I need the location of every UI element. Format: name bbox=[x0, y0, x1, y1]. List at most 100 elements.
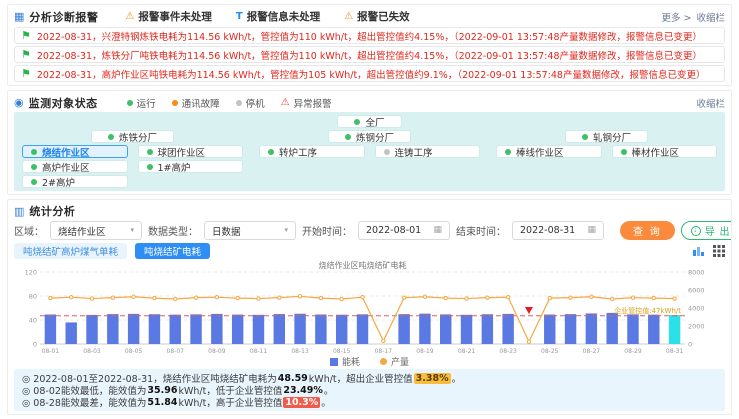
svg-text:08-25: 08-25 bbox=[541, 348, 559, 355]
energy-dashboard: ▦ 分析诊断报警 ⚠ 报警事件未处理 T报警信息未处理 ⚠报警已失效 更多 > 收缩栏… bbox=[0, 0, 739, 419]
query-button[interactable]: 查 询 bbox=[620, 221, 675, 240]
node-label: 轧钢分厂 bbox=[593, 130, 631, 143]
bar bbox=[669, 315, 680, 344]
node-label: 转炉工序 bbox=[279, 145, 317, 158]
export-button[interactable]: ↓ 导 出 bbox=[681, 221, 732, 240]
tree-node[interactable]: 2#高炉 bbox=[22, 175, 128, 188]
stats-panel: ▥ 统计分析 区域： 烧结作业区 ▾ 数据类型： 日数据 ▾ 开始时间： 202… bbox=[7, 199, 732, 415]
bar bbox=[398, 314, 409, 344]
status-dot bbox=[31, 164, 37, 170]
bar bbox=[586, 313, 597, 344]
metric-tab-1[interactable]: 吨烧结矿电耗 bbox=[135, 243, 210, 259]
line-point bbox=[298, 295, 301, 298]
svg-text:08-29: 08-29 bbox=[624, 348, 642, 355]
tree-node[interactable]: 棒材作业区 bbox=[612, 145, 718, 158]
svg-text:08-19: 08-19 bbox=[416, 348, 434, 355]
region-select[interactable]: 烧结作业区 ▾ bbox=[50, 221, 142, 240]
alarm-tab-0[interactable]: ⚠ 报警事件未处理 bbox=[125, 9, 211, 24]
alarm-panel: ▦ 分析诊断报警 ⚠报警事件未处理T报警信息未处理⚠报警已失效 更多 > 收缩栏… bbox=[7, 4, 732, 86]
svg-text:08-09: 08-09 bbox=[208, 348, 226, 355]
line-point bbox=[631, 296, 634, 299]
bar bbox=[502, 314, 513, 344]
tree-node[interactable]: 高炉作业区 bbox=[22, 160, 128, 173]
alarm-tab-label: 报警事件未处理 bbox=[138, 9, 212, 24]
svg-text:08-13: 08-13 bbox=[291, 348, 309, 355]
svg-text:120: 120 bbox=[25, 269, 37, 277]
alarm-tab-bar: ⚠ 报警事件未处理 T报警信息未处理 ⚠报警已失效 bbox=[125, 9, 409, 24]
alarm-message: 2022-08-31，高炉作业区吨铁电耗为114.56 kWh/t，管控值为10… bbox=[37, 67, 706, 81]
node-label: 1#高炉 bbox=[158, 160, 191, 173]
tree-node[interactable]: 转炉工序 bbox=[259, 145, 365, 158]
svg-text:40: 40 bbox=[29, 317, 37, 325]
table-view-icon[interactable] bbox=[713, 245, 725, 257]
region-label: 区域： bbox=[14, 223, 44, 238]
chart-view-icon[interactable] bbox=[692, 245, 705, 257]
status-dot bbox=[354, 119, 360, 125]
summary-part: kWh/t，高于企业管控值 bbox=[178, 396, 282, 408]
summary-line: ◎ 2022-08-01至2022-08-31，烧结作业区吨烧结矿电耗为48.5… bbox=[22, 372, 717, 384]
bar bbox=[627, 314, 638, 344]
tree-node[interactable]: 棒线作业区 bbox=[496, 145, 602, 158]
line-point bbox=[278, 296, 281, 299]
line-point bbox=[49, 296, 52, 299]
node-label: 2#高炉 bbox=[42, 175, 75, 188]
bar bbox=[565, 314, 576, 344]
more-link[interactable]: 更多 > bbox=[662, 10, 692, 24]
alarm-tab-1[interactable]: T报警信息未处理 bbox=[236, 9, 320, 24]
alarm-list: ⚑2022-08-31，兴澄特钢炼铁电耗为114.56 kWh/t，管控值为11… bbox=[14, 27, 725, 82]
tree-node[interactable]: 全厂 bbox=[337, 115, 401, 128]
legend-label: 异常报警 bbox=[294, 96, 332, 110]
node-label: 炼铁分厂 bbox=[119, 130, 157, 143]
metric-tab-0[interactable]: 吨烧结矿高炉煤气单耗 bbox=[14, 243, 127, 259]
chart-legend-label: 产量 bbox=[391, 355, 409, 368]
line-point bbox=[90, 297, 93, 300]
chart-legend-item[interactable]: 产量 bbox=[380, 355, 409, 368]
end-date-value: 2022-08-31 bbox=[520, 225, 575, 236]
chart-legend: 能耗 产量 bbox=[14, 356, 725, 367]
tree-node[interactable]: 烧结作业区 bbox=[22, 145, 128, 158]
tree-node[interactable]: 1#高炉 bbox=[138, 160, 244, 173]
bar bbox=[86, 315, 97, 344]
summary-part: 35.96 bbox=[147, 385, 177, 396]
alarm-row: ⚑2022-08-31，兴澄特钢炼铁电耗为114.56 kWh/t，管控值为11… bbox=[14, 27, 725, 44]
legend-label: 运行 bbox=[137, 96, 156, 110]
bar bbox=[606, 313, 617, 344]
region-value: 烧结作业区 bbox=[58, 224, 106, 238]
svg-text:08-07: 08-07 bbox=[167, 348, 185, 355]
chart-title: 烧结作业区吨烧结矿电耗 bbox=[319, 260, 407, 270]
chart-legend-item[interactable]: 能耗 bbox=[330, 355, 360, 368]
bar bbox=[648, 315, 659, 344]
datatype-select[interactable]: 日数据 ▾ bbox=[204, 221, 296, 240]
collapse-alarm-link[interactable]: 收缩栏 bbox=[696, 10, 725, 24]
end-date-input[interactable]: 2022-08-31 ▦ bbox=[512, 221, 604, 240]
summary-line: ◎ 08-02能效最低，能效值为35.96kWh/t，低于企业管控值23.49%… bbox=[22, 384, 717, 396]
metric-tab-row: 吨烧结矿高炉煤气单耗吨烧结矿电耗 bbox=[14, 242, 725, 259]
warning-icon: ⚠ bbox=[125, 12, 134, 22]
svg-text:08-03: 08-03 bbox=[83, 348, 101, 355]
legend-item: ⚠ 异常报警 bbox=[281, 96, 332, 110]
chevron-down-icon: ▾ bbox=[130, 227, 134, 234]
tree-node[interactable]: 连铸工序 bbox=[375, 145, 481, 158]
warning-icon: ⚠ bbox=[281, 98, 290, 108]
svg-text:08-15: 08-15 bbox=[333, 348, 351, 355]
legend-item: 运行 bbox=[127, 96, 156, 110]
tree-node[interactable]: 轧钢分厂 bbox=[565, 130, 648, 143]
calendar-icon: ▦ bbox=[587, 226, 596, 235]
alarm-panel-title: 分析诊断报警 bbox=[29, 9, 98, 25]
tree-groups: 炼铁分厂烧结作业区球团作业区高炉作业区 1#高炉 2#高炉 炼钢分厂转炉工序 连铸工序 轧… bbox=[22, 130, 717, 188]
collapse-monitor-link[interactable]: 收缩栏 bbox=[696, 96, 725, 110]
tree-node[interactable]: 球团作业区 bbox=[138, 145, 244, 158]
line-point bbox=[319, 296, 322, 299]
warning-icon: ⚠ bbox=[344, 12, 353, 22]
line-point bbox=[465, 297, 468, 300]
start-date-input[interactable]: 2022-08-01 ▦ bbox=[358, 221, 450, 240]
bar bbox=[419, 314, 430, 344]
line-point bbox=[486, 296, 489, 299]
tree-node[interactable]: 炼铁分厂 bbox=[91, 130, 174, 143]
alarm-tab-2[interactable]: ⚠报警已失效 bbox=[344, 9, 409, 24]
legend-label: 通讯故障 bbox=[182, 96, 220, 110]
flag-icon: ⚑ bbox=[21, 30, 31, 41]
svg-text:08-05: 08-05 bbox=[125, 348, 143, 355]
svg-text:80: 80 bbox=[29, 293, 37, 301]
tree-node[interactable]: 炼钢分厂 bbox=[328, 130, 411, 143]
